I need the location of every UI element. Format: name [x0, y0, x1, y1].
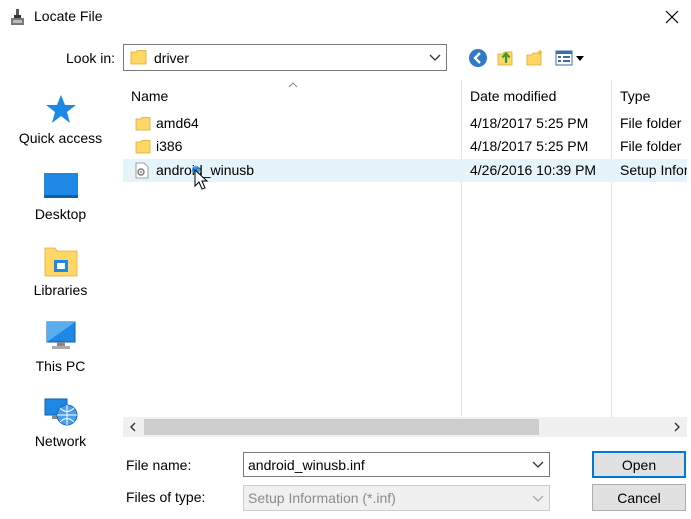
chevron-left-icon	[130, 422, 136, 432]
file-type: Setup Information	[620, 162, 687, 178]
file-type: File folder	[620, 138, 682, 154]
place-desktop[interactable]: Desktop	[0, 168, 121, 222]
place-label: Desktop	[34, 206, 87, 222]
place-label: Libraries	[33, 282, 88, 298]
look-in-value: driver	[154, 50, 190, 66]
chevron-down-icon[interactable]	[531, 457, 545, 471]
window-title: Locate File	[34, 8, 103, 24]
cancel-button[interactable]: Cancel	[592, 484, 686, 511]
places-bar: Quick access Desktop Libraries This PC N…	[0, 82, 121, 462]
file-name: i386	[156, 138, 183, 154]
place-this-pc[interactable]: This PC	[0, 320, 121, 374]
scroll-left-button[interactable]	[123, 417, 143, 437]
views-menu-button[interactable]	[553, 47, 589, 69]
place-label: Network	[34, 433, 87, 449]
view-menu-icon	[555, 50, 584, 66]
folder-icon	[135, 140, 151, 154]
file-type: File folder	[620, 115, 682, 131]
mouse-cursor-icon	[192, 166, 209, 190]
column-header-date[interactable]: Date modified	[470, 80, 610, 110]
scrollbar-thumb[interactable]	[144, 419, 539, 435]
file-date: 4/18/2017 5:25 PM	[470, 115, 589, 131]
file-name: amd64	[156, 115, 199, 131]
sort-ascending-icon	[288, 82, 298, 88]
desktop-icon	[43, 173, 78, 198]
file-date: 4/26/2016 10:39 PM	[470, 162, 597, 178]
file-name-value: android_winusb.inf	[248, 457, 365, 473]
new-folder-button[interactable]	[524, 47, 546, 69]
folder-icon	[135, 117, 151, 131]
app-icon	[11, 9, 24, 25]
file-date: 4/18/2017 5:25 PM	[470, 138, 589, 154]
back-button[interactable]	[467, 47, 489, 69]
chevron-down-icon	[429, 54, 441, 61]
file-type-label: Files of type:	[126, 489, 206, 505]
file-type-value: Setup Information (*.inf)	[248, 490, 396, 506]
setup-file-icon	[135, 162, 149, 179]
title-bar	[0, 0, 691, 34]
place-label: Quick access	[18, 130, 103, 146]
file-type-select[interactable]: Setup Information (*.inf)	[243, 485, 550, 511]
new-folder-icon	[526, 49, 543, 66]
up-folder-icon	[497, 51, 513, 66]
look-in-dropdown[interactable]: driver	[123, 44, 447, 71]
file-name-label: File name:	[126, 457, 192, 473]
open-button[interactable]: Open	[592, 451, 686, 478]
chevron-down-icon	[532, 495, 544, 502]
scroll-right-button[interactable]	[667, 417, 687, 437]
place-network[interactable]: Network	[0, 395, 121, 449]
chevron-right-icon	[674, 422, 680, 432]
network-icon	[44, 398, 77, 426]
place-label: This PC	[35, 358, 86, 374]
computer-icon	[46, 321, 75, 349]
up-folder-button[interactable]	[495, 47, 517, 69]
close-icon	[665, 10, 678, 24]
place-quick-access[interactable]: Quick access	[0, 92, 121, 146]
close-button[interactable]	[652, 0, 691, 34]
back-arrow-icon	[469, 49, 487, 67]
look-in-label: Look in:	[66, 50, 116, 66]
place-libraries[interactable]: Libraries	[0, 244, 121, 298]
column-header-type[interactable]: Type	[620, 80, 687, 110]
file-name-input[interactable]: android_winusb.inf	[243, 452, 550, 477]
file-row-i386[interactable]: i386 4/18/2017 5:25 PM File folder	[123, 135, 687, 158]
file-list[interactable]: Name Date modified Type amd64 4/18/2017 …	[123, 80, 687, 437]
file-row-amd64[interactable]: amd64 4/18/2017 5:25 PM File folder	[123, 112, 687, 135]
star-icon	[45, 95, 76, 123]
libraries-icon	[44, 247, 77, 277]
horizontal-scrollbar[interactable]	[123, 417, 687, 437]
folder-icon	[130, 50, 147, 65]
